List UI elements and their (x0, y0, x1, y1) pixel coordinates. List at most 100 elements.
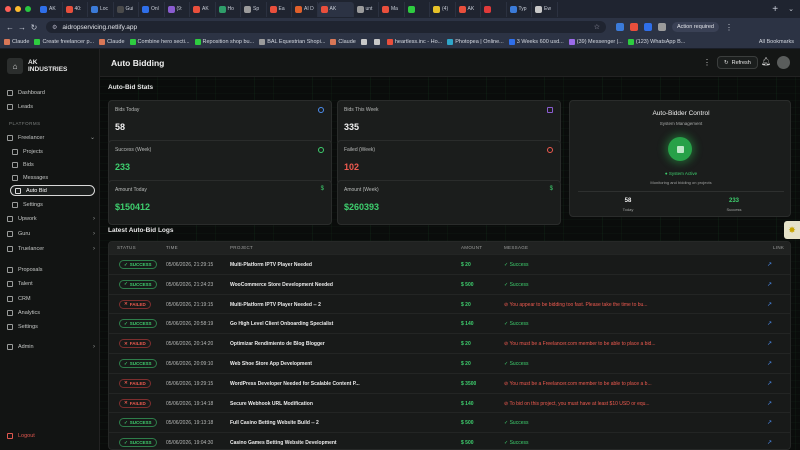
extension-icon[interactable] (644, 23, 652, 31)
minimize-window-button[interactable] (15, 6, 21, 12)
bookmark-item[interactable]: Create freelancer p... (34, 39, 94, 45)
bookmark-item[interactable]: Photopea | Online... (447, 39, 504, 45)
extension-icon[interactable] (630, 23, 638, 31)
browser-tab[interactable]: Sp (241, 1, 267, 17)
browser-tab[interactable]: AK (37, 1, 63, 17)
external-link-icon[interactable]: ↗ (767, 301, 772, 308)
sidebar-item-analytics[interactable]: Analytics (7, 307, 95, 318)
back-icon[interactable]: ← (4, 23, 16, 32)
bookmark-item[interactable] (360, 39, 369, 45)
sidebar-item-admin[interactable]: Admin › (7, 341, 95, 352)
external-link-icon[interactable]: ↗ (767, 320, 772, 327)
browser-tab[interactable]: Ew (532, 1, 558, 17)
bookmark-item[interactable]: Claude (99, 39, 125, 45)
sidebar-item-bids[interactable]: Bids (12, 159, 95, 170)
column-header-message: MESSAGE (504, 245, 529, 250)
browser-tab[interactable]: AK (317, 1, 354, 17)
browser-tab[interactable] (405, 1, 430, 17)
extension-icon[interactable] (616, 23, 624, 31)
new-tab-button[interactable]: + (768, 4, 782, 15)
stat-label: Bids Today (115, 107, 140, 113)
reload-icon[interactable]: ↻ (28, 23, 40, 32)
sidebar-item-crm[interactable]: CRM (7, 293, 95, 304)
sidebar-item-label: Dashboard (18, 89, 45, 96)
floating-widget-button[interactable]: ✸ (784, 221, 800, 239)
stat-card-bids-week: Bids This Week 335 (337, 100, 561, 145)
bell-icon[interactable]: 🔔︎ (761, 57, 771, 66)
sidebar-item-projects[interactable]: Projects (12, 146, 95, 157)
message-cell: ✓ Success (504, 361, 737, 367)
bookmark-favicon-icon (508, 39, 515, 45)
maximize-window-button[interactable] (25, 6, 31, 12)
browser-tab[interactable]: (4) (430, 1, 456, 17)
bookmark-item[interactable]: Reposition shop bu... (194, 39, 254, 45)
external-link-icon[interactable]: ↗ (767, 261, 772, 268)
browser-tab[interactable]: Onl (139, 1, 165, 17)
site-info-icon[interactable]: ⚙ (52, 24, 57, 31)
browser-tab[interactable] (481, 1, 507, 17)
refresh-icon: ↻ (724, 59, 729, 66)
bookmark-item[interactable]: (39) Messenger |... (568, 39, 623, 45)
puzzle-icon[interactable] (658, 23, 666, 31)
bookmark-item[interactable]: Claude (4, 39, 29, 45)
sidebar-item-leads[interactable]: Leads (7, 101, 95, 112)
tab-search-icon[interactable]: ⌄ (782, 5, 800, 13)
browser-tab[interactable]: AK (190, 1, 216, 17)
close-window-button[interactable] (5, 6, 11, 12)
sidebar-item-upwork[interactable]: Upwork › (7, 213, 95, 224)
avatar[interactable] (777, 56, 790, 69)
browser-tab[interactable]: Ea (267, 1, 292, 17)
external-link-icon[interactable]: ↗ (767, 281, 772, 288)
more-options-icon[interactable]: ⋮ (703, 58, 711, 67)
stop-button[interactable] (668, 137, 692, 161)
external-link-icon[interactable]: ↗ (767, 380, 772, 387)
external-link-icon[interactable]: ↗ (767, 419, 772, 426)
bookmark-label: Photopea | Online... (455, 39, 504, 45)
bookmark-item[interactable]: heartless.inc - Ho... (386, 39, 442, 45)
url-bar[interactable]: ⚙ aidropservicing.netlify.app ☆ (46, 21, 606, 33)
project-cell: Multi-Platform IPTV Player Needed (230, 262, 312, 268)
browser-tab[interactable]: 40: (63, 1, 88, 17)
table-header: STATUS TIME PROJECT AMOUNT MESSAGE LINK (109, 242, 790, 254)
sidebar-item-talent[interactable]: Talent (7, 278, 95, 289)
bookmark-item[interactable]: (123) WhatsApp B... (627, 39, 685, 45)
sidebar-item-freelancer[interactable]: Freelancer ⌄ (7, 132, 95, 143)
bookmark-item[interactable]: Combine hero secti... (129, 39, 190, 45)
external-link-icon[interactable]: ↗ (767, 400, 772, 407)
browser-tab[interactable]: Gui (114, 1, 139, 17)
bookmark-star-icon[interactable]: ☆ (594, 23, 606, 31)
forward-icon[interactable]: → (16, 23, 28, 32)
logout-button[interactable]: Logout (7, 430, 95, 441)
browser-tab[interactable]: AI D (292, 1, 318, 17)
message-text: You must be a Freelancer.com member to b… (509, 380, 652, 387)
browser-menu-icon[interactable]: ⋮ (723, 23, 735, 32)
browser-tab[interactable]: Ho (216, 1, 241, 17)
external-link-icon[interactable]: ↗ (767, 439, 772, 446)
browser-tab[interactable]: unt (354, 1, 379, 17)
external-link-icon[interactable]: ↗ (767, 340, 772, 347)
sidebar-item-proposals[interactable]: Proposals (7, 264, 95, 275)
browser-tab[interactable]: Loc (88, 1, 114, 17)
sidebar-item-dashboard[interactable]: Dashboard (7, 87, 95, 98)
browser-tab[interactable]: Ma (379, 1, 405, 17)
refresh-button[interactable]: ↻ Refresh (717, 56, 758, 69)
sidebar-item-guru[interactable]: Guru › (7, 228, 95, 239)
bookmark-item[interactable]: BAL Equestrian Shopi... (259, 39, 325, 45)
browser-tab[interactable]: AK (456, 1, 481, 17)
all-bookmarks-button[interactable]: All Bookmarks (759, 39, 800, 45)
sidebar-item-truelancer[interactable]: Truelancer › (7, 243, 95, 254)
browser-tab[interactable]: Typ (507, 1, 532, 17)
sidebar-item-freelancer-settings[interactable]: Settings (12, 199, 95, 210)
tab-label: (4) (442, 6, 449, 12)
browser-tab[interactable]: (9: (165, 1, 190, 17)
sidebar-item-auto-bid[interactable]: Auto Bid (10, 185, 95, 196)
bookmark-item[interactable] (373, 39, 382, 45)
external-link-icon[interactable]: ↗ (767, 360, 772, 367)
bookmark-item[interactable]: Claude (330, 39, 356, 45)
sidebar-item-settings[interactable]: Settings (7, 321, 95, 332)
action-required-button[interactable]: Action required (672, 22, 719, 32)
bookmark-item[interactable]: 3 Weeks 600 usd... (508, 39, 564, 45)
sidebar-item-messages[interactable]: Messages (12, 172, 95, 183)
system-status-text: System Active (668, 171, 698, 176)
tab-strip: AK 40: Loc Gui Onl (9: AK Ho Sp Ea AI D AK unt Ma (4) A… (37, 0, 768, 18)
